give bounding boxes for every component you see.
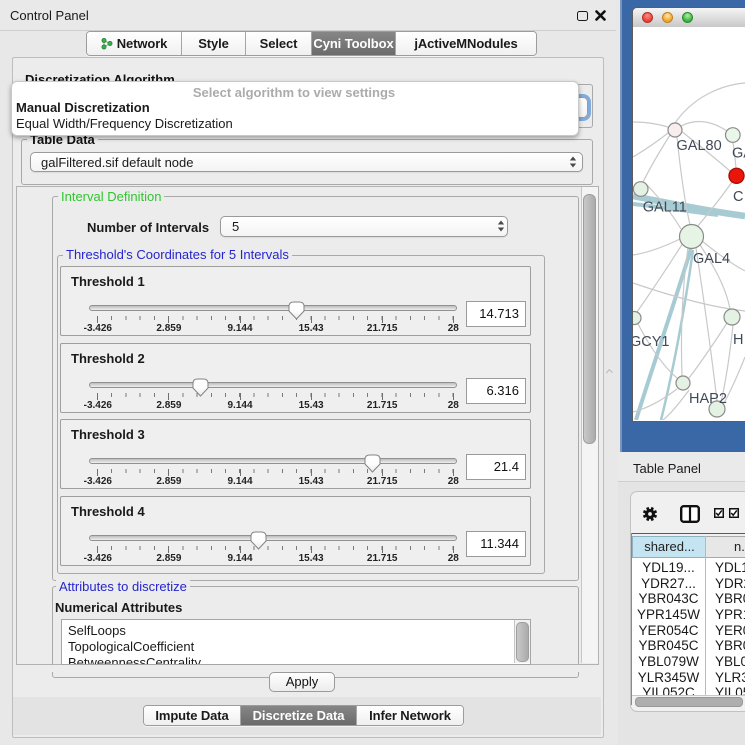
svg-text:GAL80: GAL80 [677, 138, 722, 154]
svg-text:GAL4: GAL4 [693, 251, 730, 267]
svg-text:GAL11: GAL11 [643, 200, 687, 216]
svg-text:C: C [733, 189, 743, 205]
svg-text:HAP2: HAP2 [689, 391, 727, 407]
svg-text:H: H [733, 332, 743, 348]
svg-text:GCY1: GCY1 [633, 334, 670, 350]
svg-text:GA: GA [732, 146, 745, 162]
